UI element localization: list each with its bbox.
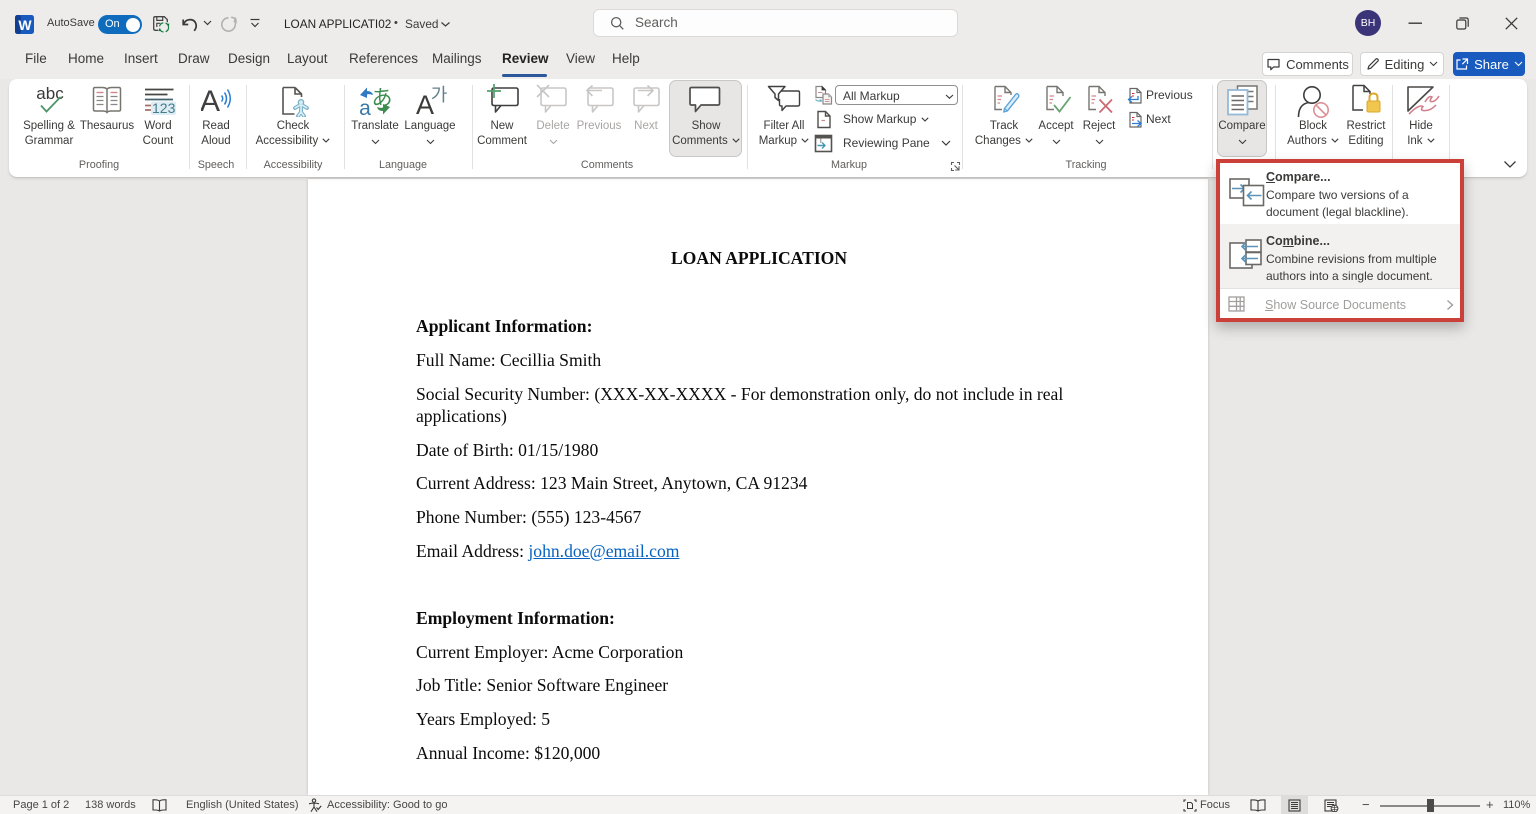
svg-text:123: 123 (152, 100, 176, 116)
svg-text:가: 가 (431, 85, 448, 105)
svg-text:a: a (359, 97, 371, 118)
svg-text:あ: あ (372, 87, 393, 110)
svg-text:A: A (201, 85, 220, 115)
svg-text:abc: abc (36, 84, 64, 103)
svg-text:W: W (18, 17, 32, 33)
